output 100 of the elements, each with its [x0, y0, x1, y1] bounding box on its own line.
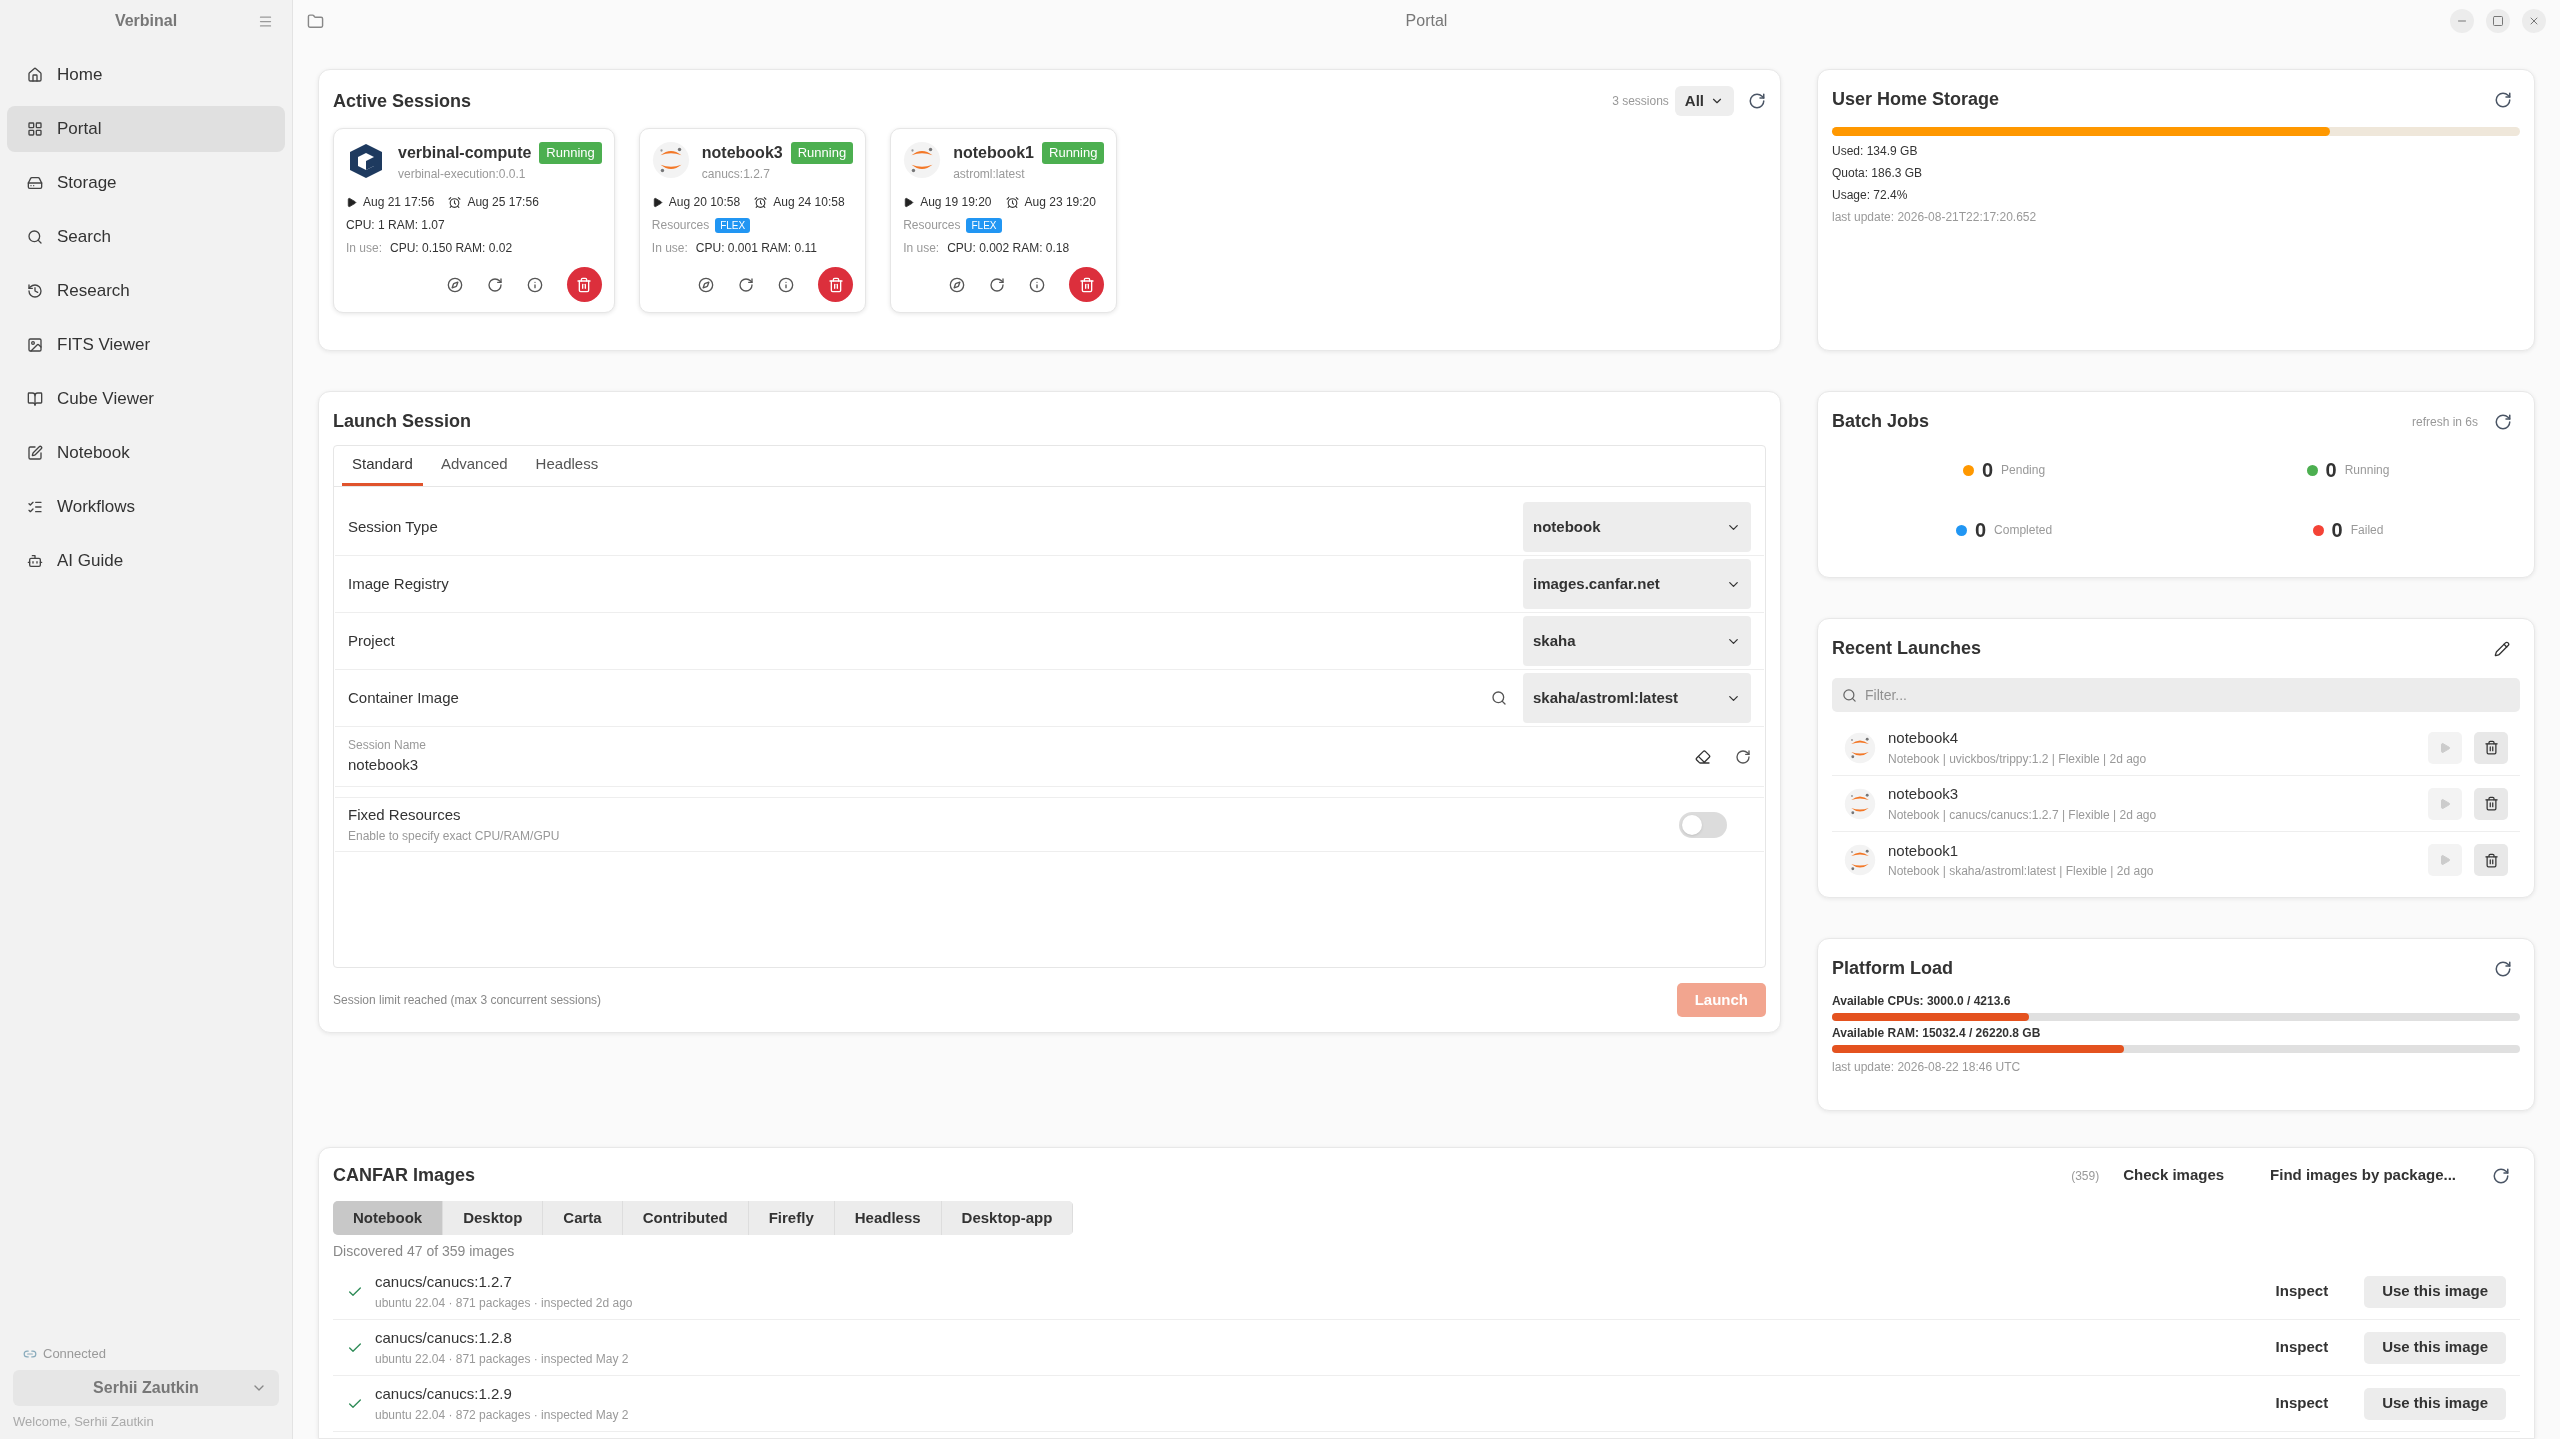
- restart-icon[interactable]: [486, 276, 503, 293]
- jupyter-logo-icon: [651, 141, 690, 179]
- eraser-icon[interactable]: [1695, 748, 1711, 765]
- status-badge: Running: [790, 142, 854, 164]
- panel-title: Platform Load: [1832, 957, 1953, 980]
- search-icon: [1842, 688, 1857, 703]
- tab[interactable]: Headless: [525, 446, 609, 486]
- compass-icon[interactable]: [698, 276, 715, 293]
- refresh-icon[interactable]: [2492, 1166, 2510, 1185]
- restart-icon[interactable]: [738, 276, 755, 293]
- inspect-button[interactable]: Inspect: [2275, 1336, 2329, 1359]
- play-icon: [903, 196, 915, 208]
- inspect-button[interactable]: Inspect: [2275, 1280, 2329, 1303]
- filter-field[interactable]: Filter...: [1832, 678, 2520, 712]
- image-tab[interactable]: Notebook: [333, 1201, 444, 1235]
- sidebar-item[interactable]: AI Guide: [7, 538, 285, 584]
- tab[interactable]: Standard: [342, 446, 423, 486]
- use-image-button[interactable]: Use this image: [2364, 1275, 2506, 1308]
- usage-text: CPU: 0.001 RAM: 0.11: [695, 240, 817, 257]
- welcome-text: Welcome, Serhii Zautkin: [12, 1412, 155, 1431]
- compass-icon[interactable]: [949, 276, 966, 293]
- play-icon: [2439, 741, 2451, 754]
- field-label: Session Type: [348, 516, 438, 537]
- tab[interactable]: Advanced: [430, 446, 518, 486]
- image-icon: [27, 337, 43, 353]
- refresh-icon[interactable]: [2494, 959, 2512, 978]
- panel-title: Batch Jobs: [1832, 410, 1930, 433]
- panel-title: Launch Session: [333, 410, 473, 433]
- user-menu-button[interactable]: Serhii Zautkin: [13, 1369, 279, 1406]
- delete-button[interactable]: [818, 267, 854, 302]
- select-field[interactable]: notebook: [1523, 502, 1751, 552]
- sidebar-item[interactable]: Portal: [7, 106, 285, 152]
- meter-label: Available RAM: 15032.4 / 26220.8 GB: [1832, 1025, 2042, 1042]
- compass-icon[interactable]: [446, 276, 463, 293]
- connection-status: Connected: [43, 1345, 106, 1363]
- use-image-button[interactable]: Use this image: [2364, 1331, 2506, 1364]
- sidebar-item[interactable]: FITS Viewer: [7, 322, 285, 368]
- folder-icon[interactable]: [307, 12, 324, 30]
- use-image-button[interactable]: Use this image: [2364, 1387, 2506, 1420]
- job-label: Failed: [2350, 522, 2384, 539]
- sidebar-item[interactable]: Storage: [7, 160, 285, 206]
- delete-button[interactable]: [2474, 731, 2508, 764]
- check-images-button[interactable]: Check images: [2123, 1164, 2225, 1187]
- limit-note: Session limit reached (max 3 concurrent sessions): [333, 992, 602, 1009]
- image-name: canucs/canucs:1.2.8: [375, 1328, 513, 1349]
- info-icon[interactable]: [526, 276, 543, 293]
- field-label: Container Image: [348, 687, 459, 708]
- meter-label: Available CPUs: 3000.0 / 4213.6: [1832, 993, 2012, 1010]
- launch-name: notebook3: [1888, 784, 1960, 805]
- delete-button[interactable]: [566, 267, 602, 302]
- storage-line: Used: 134.9 GB: [1832, 143, 1919, 160]
- launch-details: Notebook | skaha/astroml:latest | Flexible | 2d ago: [1888, 863, 2154, 881]
- sidebar-item[interactable]: Research: [7, 268, 285, 314]
- info-icon[interactable]: [778, 276, 795, 293]
- status-badge: Running: [1042, 142, 1105, 164]
- refresh-icon[interactable]: [1735, 748, 1751, 765]
- jupyter-logo-icon: [1844, 731, 1876, 764]
- select-field[interactable]: skaha/astroml:latest: [1523, 673, 1751, 723]
- refresh-icon[interactable]: [1748, 92, 1766, 110]
- close-icon: [2528, 15, 2540, 27]
- sidebar-item[interactable]: Notebook: [7, 430, 285, 476]
- history-icon: [27, 283, 43, 299]
- session-name-field[interactable]: Session Name notebook3: [348, 736, 427, 777]
- sidebar-item[interactable]: Search: [7, 214, 285, 260]
- restart-icon[interactable]: [989, 276, 1006, 293]
- delete-button[interactable]: [2474, 787, 2508, 820]
- jupyter-logo-icon: [1844, 787, 1876, 820]
- launch-name: notebook1: [1888, 840, 1960, 861]
- launch-name: notebook4: [1888, 728, 1960, 749]
- session-name: notebook3: [701, 143, 783, 163]
- trash-icon: [827, 276, 844, 293]
- search-icon: [27, 229, 43, 245]
- job-count: 0: [1981, 458, 1994, 483]
- menu-icon[interactable]: [258, 13, 273, 29]
- delete-button[interactable]: [1069, 267, 1105, 302]
- filter-dropdown[interactable]: All: [1674, 86, 1734, 116]
- refresh-icon[interactable]: [2494, 90, 2512, 109]
- toggle-hint: Enable to specify exact CPU/RAM/GPU: [348, 827, 560, 845]
- maximize-button[interactable]: [2486, 9, 2510, 33]
- find-images-button[interactable]: Find images by package...: [2270, 1164, 2456, 1187]
- pencil-icon[interactable]: [2494, 640, 2510, 657]
- delete-button[interactable]: [2474, 844, 2508, 876]
- sidebar-item[interactable]: Cube Viewer: [7, 376, 285, 422]
- last-update: last update: 2026-08-22 18:46 UTC: [1832, 1059, 2022, 1076]
- usage-label: In use:: [346, 240, 383, 257]
- search-icon[interactable]: [1491, 690, 1507, 706]
- select-field[interactable]: images.canfar.net: [1523, 559, 1751, 609]
- field-label: Image Registry: [348, 573, 449, 594]
- toggle-switch[interactable]: [1679, 811, 1727, 838]
- sidebar-item[interactable]: Home: [7, 52, 285, 98]
- select-field[interactable]: skaha: [1523, 616, 1751, 666]
- session-image: astroml:latest: [953, 166, 1026, 183]
- image-details: ubuntu 22.04 · 871 packages · inspected 2d ago: [375, 1294, 633, 1312]
- refresh-icon[interactable]: [2494, 412, 2512, 431]
- launch-details: Notebook | canucs/canucs:1.2.7 | Flexible | 2d ago: [1888, 806, 2157, 824]
- info-icon[interactable]: [1029, 276, 1046, 293]
- sidebar-item[interactable]: Workflows: [7, 484, 285, 530]
- play-icon: [651, 196, 663, 208]
- inspect-button[interactable]: Inspect: [2275, 1392, 2329, 1415]
- app-title: Verbinal: [114, 11, 178, 31]
